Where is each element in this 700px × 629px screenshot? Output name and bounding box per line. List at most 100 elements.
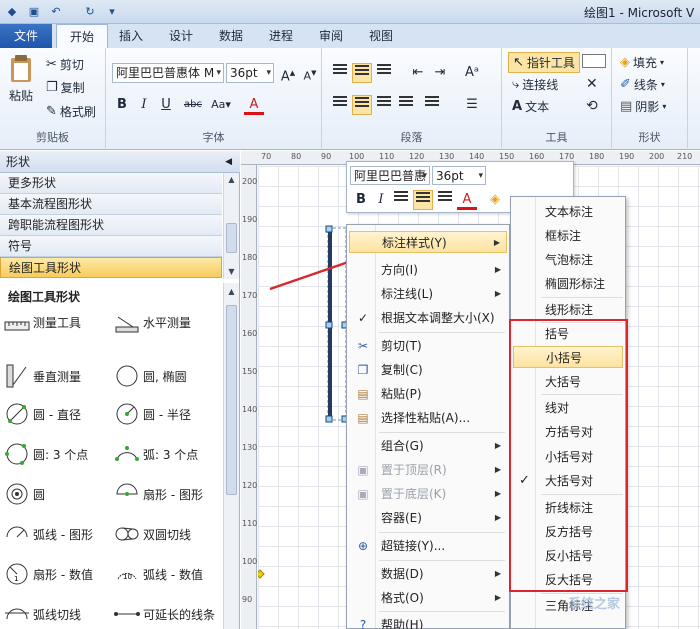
shape-arc-tangent[interactable]: 弧线切线 bbox=[4, 601, 81, 627]
shape-circle-ellipse[interactable]: 圆, 椭圆 bbox=[114, 363, 187, 389]
stencil-more-shapes[interactable]: 更多形状 bbox=[0, 173, 222, 194]
shape-circle-3-points[interactable]: 圆: 3 个点 bbox=[4, 441, 88, 467]
menu-item-callout-style[interactable]: 标注样式(Y) ▶ bbox=[349, 231, 507, 253]
fill-button[interactable]: ◈ 填充 ▾ bbox=[620, 54, 664, 71]
shapes-scrollbar[interactable]: ▲ bbox=[223, 283, 239, 629]
stencil-drawing-tools[interactable]: 绘图工具形状 bbox=[0, 257, 222, 278]
mini-font-select[interactable]: 阿里巴巴普惠 ▾ bbox=[350, 166, 430, 185]
text-tool-button[interactable]: A 文本 bbox=[512, 98, 549, 115]
shape-sector-graphic[interactable]: 扇形 - 图形 bbox=[114, 481, 203, 507]
grow-font-icon[interactable]: A▲ bbox=[278, 63, 298, 84]
scroll-down-icon[interactable]: ▼ bbox=[224, 265, 239, 279]
stencil-basic-flowchart[interactable]: 基本流程图形状 bbox=[0, 194, 222, 215]
submenu-item[interactable]: 括号 bbox=[513, 323, 623, 345]
italic-icon[interactable]: I bbox=[134, 95, 154, 115]
menu-item-help[interactable]: ? 帮助(H) bbox=[349, 614, 507, 629]
copy-button[interactable]: ❐ 复制 bbox=[46, 79, 85, 96]
scroll-up-icon[interactable]: ▲ bbox=[224, 285, 239, 299]
bullets-icon[interactable]: ☰ bbox=[462, 95, 482, 115]
indent-decrease-icon[interactable]: ⇤ bbox=[408, 63, 428, 83]
menu-item-container[interactable]: 容器(E) ▶ bbox=[349, 507, 507, 529]
shape-circle-radius[interactable]: 圆 - 半径 bbox=[114, 401, 191, 427]
shape-arc-3-points[interactable]: 弧: 3 个点 bbox=[114, 441, 198, 467]
menu-item-send-to-back[interactable]: ▣ 置于底层(K) ▶ bbox=[349, 483, 507, 505]
mini-align-center-icon[interactable] bbox=[413, 190, 433, 210]
mini-italic-icon[interactable]: I bbox=[371, 190, 391, 210]
submenu-item[interactable]: 小括号 bbox=[513, 346, 623, 368]
justify-icon[interactable] bbox=[396, 95, 416, 115]
menu-item-group[interactable]: 组合(G) ▶ bbox=[349, 435, 507, 457]
distribute-icon[interactable] bbox=[422, 95, 442, 115]
change-case-icon[interactable]: Aa▾ bbox=[208, 95, 234, 115]
mini-bold-icon[interactable]: B bbox=[351, 190, 371, 210]
mini-align-left-icon[interactable] bbox=[391, 190, 411, 210]
stencil-symbols[interactable]: 符号 bbox=[0, 236, 222, 257]
align-center-icon[interactable] bbox=[352, 95, 372, 115]
menu-item-callout-line[interactable]: 标注线(L) ▶ bbox=[349, 283, 507, 305]
submenu-item[interactable]: 反方括号 bbox=[513, 521, 623, 543]
close-icon[interactable]: ✕ bbox=[586, 76, 598, 92]
shrink-font-icon[interactable]: A▼ bbox=[300, 63, 320, 83]
scroll-up-icon[interactable]: ▲ bbox=[224, 173, 239, 187]
tab-insert[interactable]: 插入 bbox=[108, 24, 154, 48]
quick-access-dropdown-icon[interactable]: ▾ bbox=[104, 4, 120, 19]
shape-sector-value[interactable]: 1 扇形 - 数值 bbox=[4, 561, 93, 587]
mini-fill-icon[interactable]: ◈ bbox=[485, 190, 505, 210]
collapse-panel-icon[interactable]: ◀ bbox=[225, 151, 232, 173]
menu-item-hyperlink[interactable]: ⊕ 超链接(Y)... bbox=[349, 535, 507, 557]
menu-item-data[interactable]: 数据(D) ▶ bbox=[349, 563, 507, 585]
cut-button[interactable]: ✂ 剪切 bbox=[46, 56, 84, 73]
paste-button[interactable]: 粘贴 bbox=[8, 54, 34, 104]
shape-vertical-measure[interactable]: 垂直测量 bbox=[4, 363, 81, 389]
shape-arc-value[interactable]: 10 弧线 - 数值 bbox=[114, 561, 203, 587]
shape-circle-target[interactable]: 圆 bbox=[4, 481, 45, 507]
menu-item-orientation[interactable]: 方向(I) ▶ bbox=[349, 259, 507, 281]
submenu-item[interactable]: 文本标注 bbox=[513, 201, 623, 223]
shape-measure-tool[interactable]: 测量工具 bbox=[4, 309, 81, 335]
rectangle-tool-icon[interactable] bbox=[582, 54, 606, 68]
submenu-item[interactable]: 椭圆形标注 bbox=[513, 273, 623, 295]
tab-home[interactable]: 开始 bbox=[56, 24, 108, 49]
tab-process[interactable]: 进程 bbox=[258, 24, 304, 48]
strikethrough-icon[interactable]: abc bbox=[180, 95, 206, 115]
submenu-item[interactable]: 线对 bbox=[513, 397, 623, 419]
mini-align-right-icon[interactable] bbox=[435, 190, 455, 210]
stencil-scrollbar[interactable]: ▲ ▼ bbox=[223, 173, 239, 279]
submenu-item-checked[interactable]: ✓ 大括号对 bbox=[513, 470, 623, 492]
bold-icon[interactable]: B bbox=[112, 95, 132, 115]
line-button[interactable]: ✐ 线条 ▾ bbox=[620, 76, 665, 93]
font-family-select[interactable]: 阿里巴巴普惠体 M ▾ bbox=[112, 63, 224, 83]
pointer-tool-button[interactable]: ↖ 指针工具 bbox=[508, 52, 580, 73]
shape-horizontal-measure[interactable]: 水平测量 bbox=[114, 309, 191, 335]
shape-circle-diameter[interactable]: 圆 - 直径 bbox=[4, 401, 81, 427]
format-painter-button[interactable]: ✎ 格式刷 bbox=[46, 103, 96, 120]
menu-item-bring-to-front[interactable]: ▣ 置于顶层(R) ▶ bbox=[349, 459, 507, 481]
undo-icon[interactable]: ↶ bbox=[48, 4, 64, 19]
font-size-select[interactable]: 36pt ▾ bbox=[226, 63, 274, 83]
submenu-item[interactable]: 大括号 bbox=[513, 371, 623, 393]
font-color-icon[interactable]: A bbox=[244, 95, 264, 115]
tab-file[interactable]: 文件 bbox=[0, 24, 52, 48]
submenu-item[interactable]: 方括号对 bbox=[513, 421, 623, 443]
align-left-icon[interactable] bbox=[330, 95, 350, 115]
indent-increase-icon[interactable]: ⇥ bbox=[430, 63, 450, 83]
align-right-icon[interactable] bbox=[374, 95, 394, 115]
menu-item-cut[interactable]: ✂ 剪切(T) bbox=[349, 335, 507, 357]
underline-icon[interactable]: U bbox=[156, 95, 176, 115]
submenu-item[interactable]: 小括号对 bbox=[513, 446, 623, 468]
align-middle-icon[interactable] bbox=[352, 63, 372, 83]
text-direction-icon[interactable]: Aᵃ bbox=[462, 63, 482, 83]
align-bottom-icon[interactable] bbox=[374, 63, 394, 83]
shape-double-circle-tangent[interactable]: 双圆切线 bbox=[114, 521, 191, 547]
submenu-item[interactable]: 折线标注 bbox=[513, 497, 623, 519]
menu-item-copy[interactable]: ❐ 复制(C) bbox=[349, 359, 507, 381]
save-icon[interactable]: ▣ bbox=[26, 4, 42, 19]
align-top-icon[interactable] bbox=[330, 63, 350, 83]
tab-data[interactable]: 数据 bbox=[208, 24, 254, 48]
connector-button[interactable]: ⤷ 连接线 bbox=[512, 76, 558, 93]
submenu-item[interactable]: 线形标注 bbox=[513, 299, 623, 321]
shape-extendable-line[interactable]: 可延长的线条 bbox=[114, 601, 215, 627]
menu-item-format[interactable]: 格式(O) ▶ bbox=[349, 587, 507, 609]
menu-item-paste-special[interactable]: ▤ 选择性粘贴(A)... bbox=[349, 407, 507, 429]
shape-arc-graphic[interactable]: 弧线 - 图形 bbox=[4, 521, 93, 547]
